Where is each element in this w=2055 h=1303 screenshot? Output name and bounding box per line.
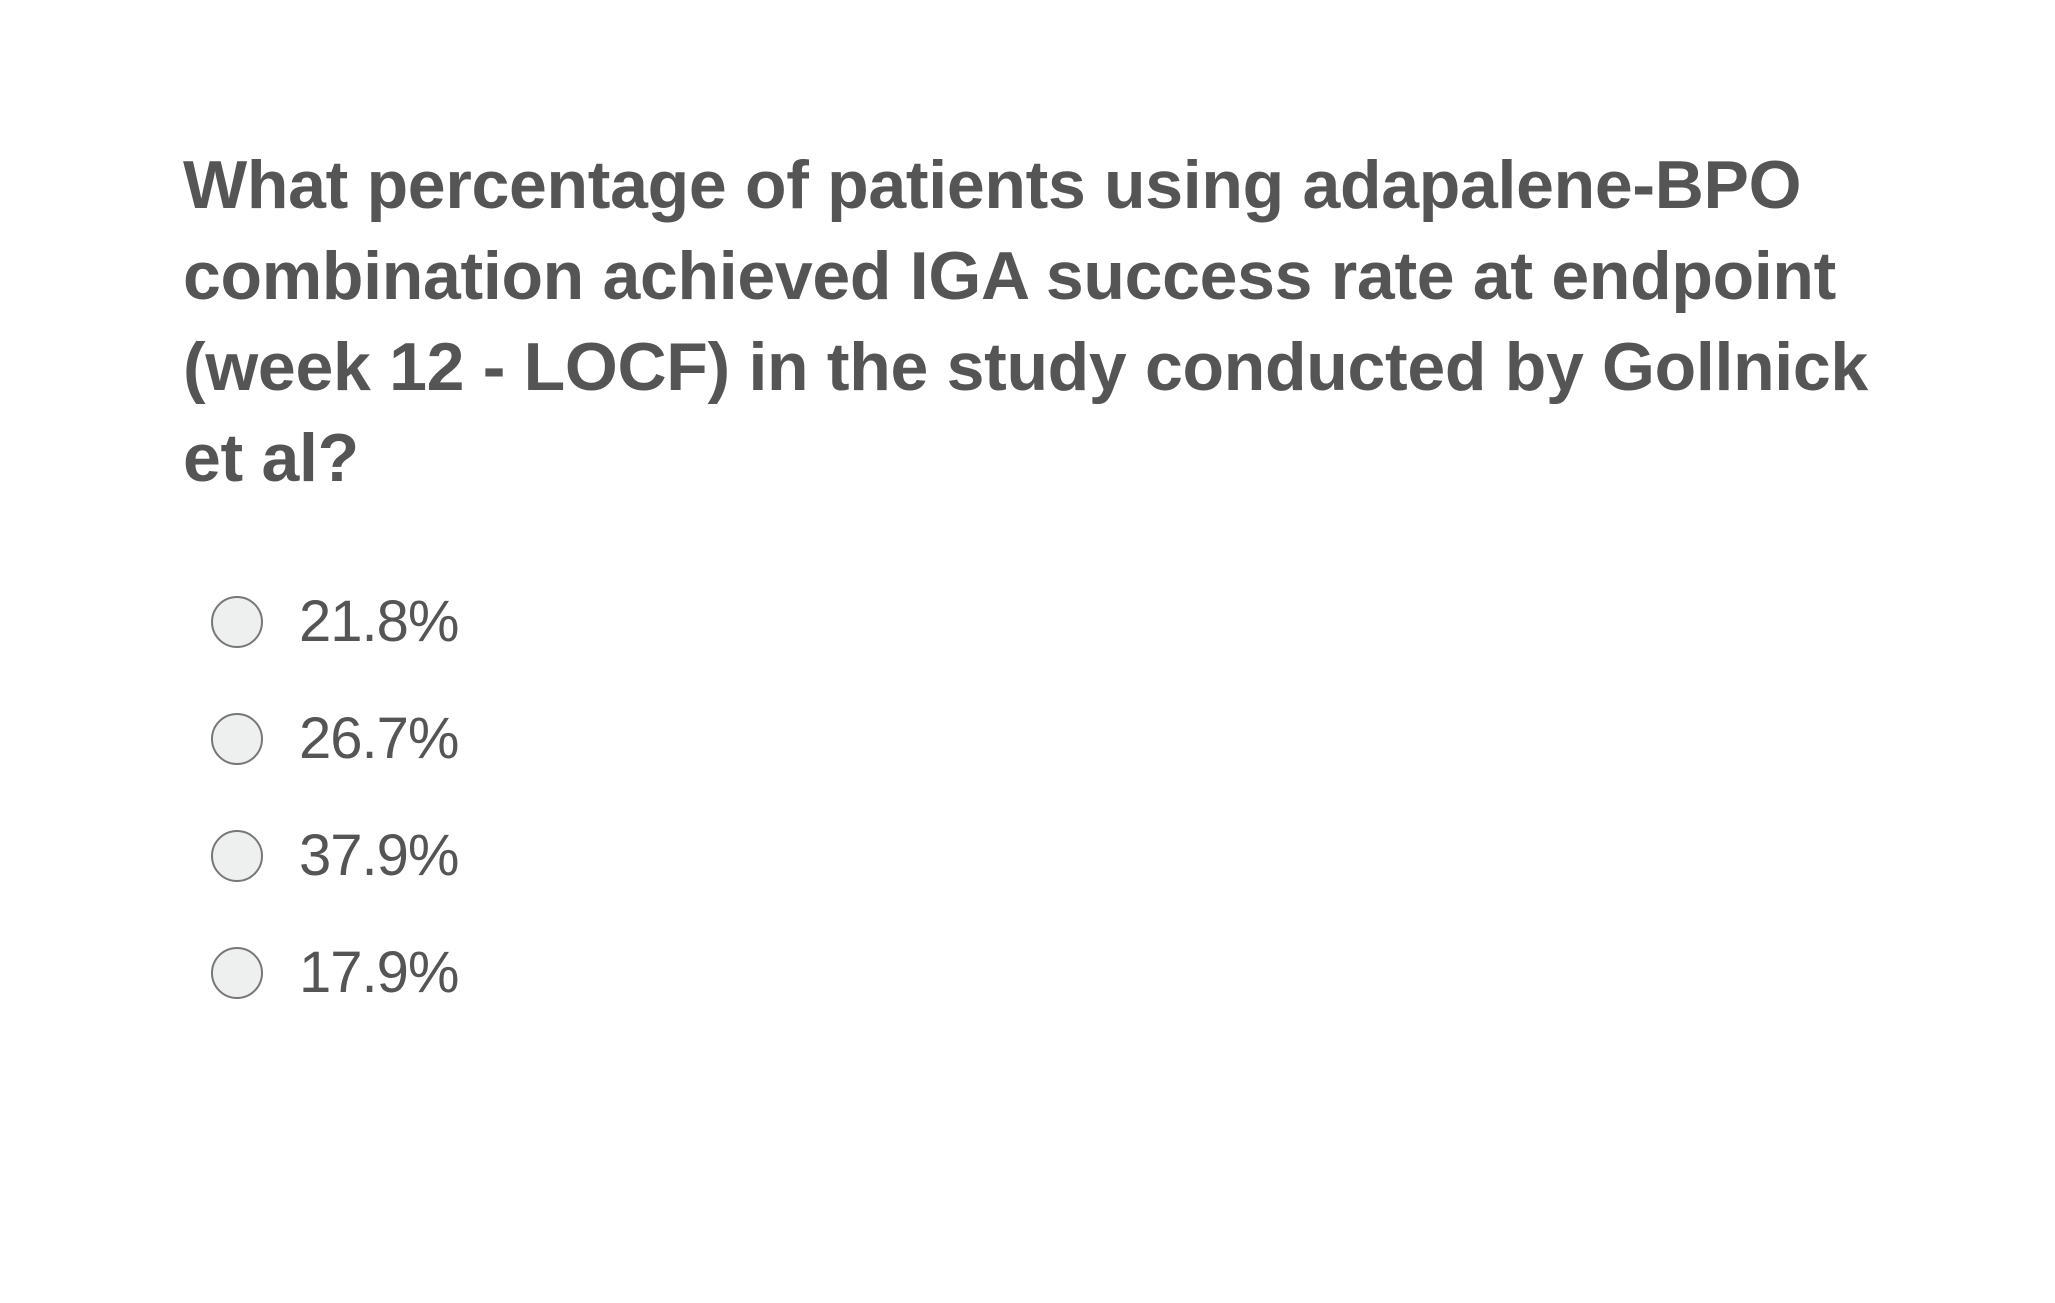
option-4-label[interactable]: 17.9% bbox=[299, 939, 459, 1006]
option-1[interactable]: 21.8% bbox=[211, 563, 459, 680]
option-4[interactable]: 17.9% bbox=[211, 914, 459, 1031]
radio-button-3[interactable] bbox=[211, 829, 263, 882]
radio-button-1[interactable] bbox=[211, 595, 263, 648]
question-card: What percentage of patients using adapal… bbox=[183, 140, 1883, 504]
option-1-label[interactable]: 21.8% bbox=[299, 588, 459, 655]
radio-button-2[interactable] bbox=[211, 712, 263, 765]
question-text: What percentage of patients using adapal… bbox=[183, 147, 1868, 496]
option-2[interactable]: 26.7% bbox=[211, 680, 459, 797]
answer-options: 21.8% 26.7% 37.9% 17.9% bbox=[211, 563, 459, 1031]
option-2-label[interactable]: 26.7% bbox=[299, 705, 459, 772]
radio-button-4[interactable] bbox=[211, 946, 263, 999]
option-3[interactable]: 37.9% bbox=[211, 797, 459, 914]
option-3-label[interactable]: 37.9% bbox=[299, 822, 459, 889]
